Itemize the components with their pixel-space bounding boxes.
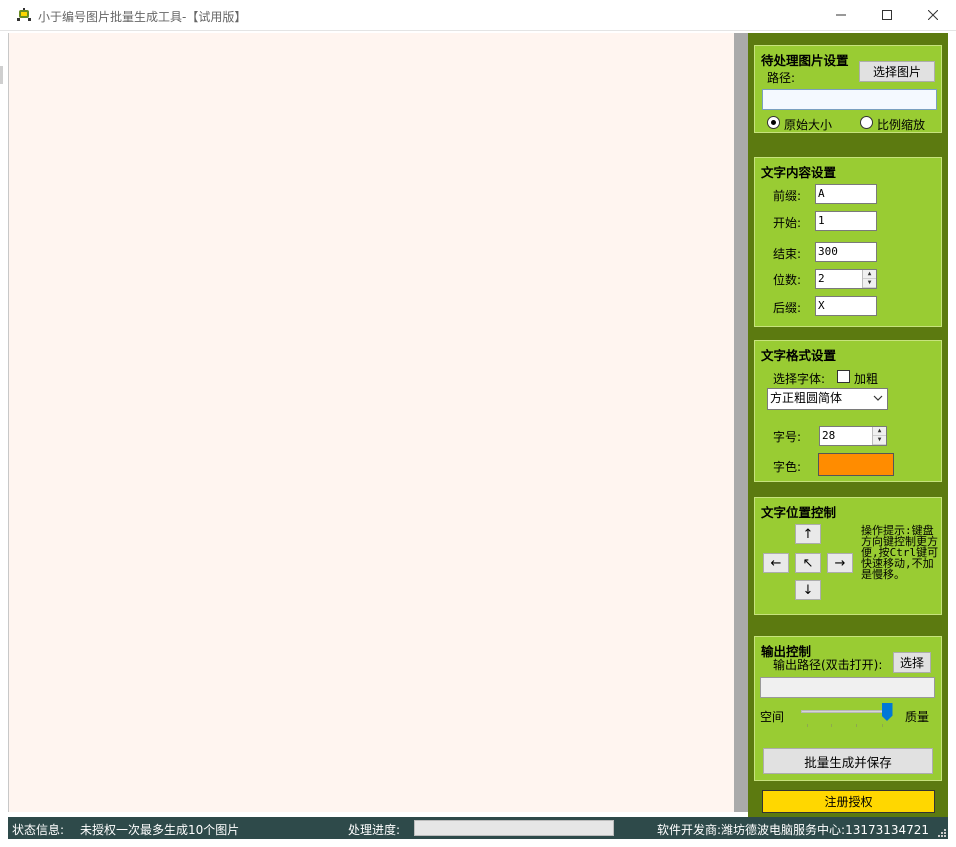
control-panel: 待处理图片设置 路径: 选择图片 原始大小 比例缩放 文字内容设置 前缀: A … [748, 33, 948, 817]
start-label: 开始: [773, 216, 802, 230]
slider-right-label: 质量 [905, 710, 930, 724]
prefix-input[interactable]: A [815, 184, 877, 204]
digits-label: 位数: [773, 273, 802, 287]
close-button[interactable] [910, 0, 956, 30]
progress-bar [414, 820, 614, 836]
spin-down-icon[interactable]: ▼ [873, 436, 886, 445]
image-preview-canvas[interactable] [8, 33, 734, 812]
resize-grip-icon[interactable] [936, 827, 946, 837]
move-down-button[interactable]: ↓ [795, 580, 821, 600]
app-icon [16, 8, 32, 22]
image-path-input[interactable] [762, 89, 937, 110]
font-size-value: 28 [822, 429, 836, 442]
minimize-button[interactable] [818, 0, 864, 30]
status-info-label: 状态信息: [12, 823, 65, 837]
suffix-input[interactable]: X [815, 296, 877, 316]
bold-checkbox[interactable] [837, 370, 850, 383]
window-edge-marker [0, 66, 3, 84]
slider-tick [807, 724, 808, 727]
move-up-button[interactable]: ↑ [795, 524, 821, 544]
digits-spin-buttons[interactable]: ▲ ▼ [862, 270, 876, 288]
text-position-group: 文字位置控制 ↑ ← ↖ → ↓ 操作提示:键盘方向键控制更方便,按Ctrl键可… [754, 497, 942, 615]
output-path-label: 输出路径(双击打开): [773, 658, 883, 672]
slider-left-label: 空间 [760, 710, 785, 724]
text-position-title: 文字位置控制 [761, 505, 837, 520]
maximize-button[interactable] [864, 0, 910, 30]
move-center-button[interactable]: ↖ [795, 553, 821, 573]
title-bar: 小于编号图片批量生成工具-【试用版】 [0, 0, 956, 31]
slider-tick [882, 724, 883, 727]
font-label: 选择字体: [773, 372, 826, 386]
end-input[interactable]: 300 [815, 242, 877, 262]
batch-generate-save-button[interactable]: 批量生成并保存 [763, 748, 933, 774]
font-color-swatch[interactable] [818, 453, 894, 476]
status-info-value: 未授权一次最多生成10个图片 [80, 823, 240, 837]
scale-label: 比例缩放 [877, 118, 926, 132]
output-path-input[interactable] [760, 677, 935, 698]
status-bar: 状态信息: 未授权一次最多生成10个图片 处理进度: 软件开发商:潍坊德波电脑服… [8, 817, 948, 839]
text-content-group: 文字内容设置 前缀: A 开始: 1 结束: 300 位数: 2 ▲ ▼ 后缀:… [754, 157, 942, 327]
font-value: 方正粗圆简体 [770, 391, 843, 405]
vertical-scrollbar[interactable] [734, 33, 748, 812]
font-size-stepper[interactable]: 28 ▲ ▼ [819, 426, 887, 446]
text-format-group: 文字格式设置 选择字体: 加粗 方正粗圆简体 字号: 28 ▲ ▼ 字色: [754, 340, 942, 482]
scale-radio[interactable] [860, 116, 873, 129]
quality-slider-thumb[interactable] [881, 703, 893, 721]
progress-label: 处理进度: [348, 823, 401, 837]
developer-info: 软件开发商:潍坊德波电脑服务中心:13173134721 [657, 823, 930, 837]
bold-label: 加粗 [854, 372, 879, 386]
image-path-label: 路径: [767, 71, 796, 85]
select-image-button[interactable]: 选择图片 [859, 61, 935, 82]
position-hint-text: 操作提示:键盘方向键控制更方便,按Ctrl键可快速移动,不加是慢移。 [861, 524, 939, 581]
move-left-button[interactable]: ← [763, 553, 789, 573]
slider-tick [831, 724, 832, 727]
font-select[interactable]: 方正粗圆简体 [767, 388, 888, 410]
end-label: 结束: [773, 247, 802, 261]
suffix-label: 后缀: [773, 301, 802, 315]
font-color-label: 字色: [773, 460, 802, 474]
text-content-title: 文字内容设置 [761, 165, 837, 180]
slider-tick [856, 724, 857, 727]
digits-value: 2 [818, 272, 825, 285]
image-settings-group: 待处理图片设置 路径: 选择图片 原始大小 比例缩放 [754, 45, 942, 133]
minimize-icon [836, 14, 846, 16]
spin-down-icon[interactable]: ▼ [863, 279, 876, 288]
image-settings-title: 待处理图片设置 [761, 53, 849, 68]
register-license-button[interactable]: 注册授权 [762, 790, 935, 813]
maximize-icon [882, 10, 892, 20]
start-input[interactable]: 1 [815, 211, 877, 231]
window-title: 小于编号图片批量生成工具-【试用版】 [38, 10, 247, 24]
original-size-label: 原始大小 [784, 118, 833, 132]
select-output-button[interactable]: 选择 [893, 652, 931, 673]
output-group: 输出控制 输出路径(双击打开): 选择 空间 质量 批量生成并保存 [754, 636, 942, 781]
close-icon [928, 10, 938, 20]
original-size-radio[interactable] [767, 116, 780, 129]
font-size-spin-buttons[interactable]: ▲ ▼ [872, 427, 886, 445]
chevron-down-icon [873, 395, 883, 401]
digits-stepper[interactable]: 2 ▲ ▼ [815, 269, 877, 289]
prefix-label: 前缀: [773, 189, 802, 203]
quality-slider-track[interactable] [801, 710, 889, 713]
text-format-title: 文字格式设置 [761, 348, 837, 363]
font-size-label: 字号: [773, 430, 802, 444]
move-right-button[interactable]: → [827, 553, 853, 573]
